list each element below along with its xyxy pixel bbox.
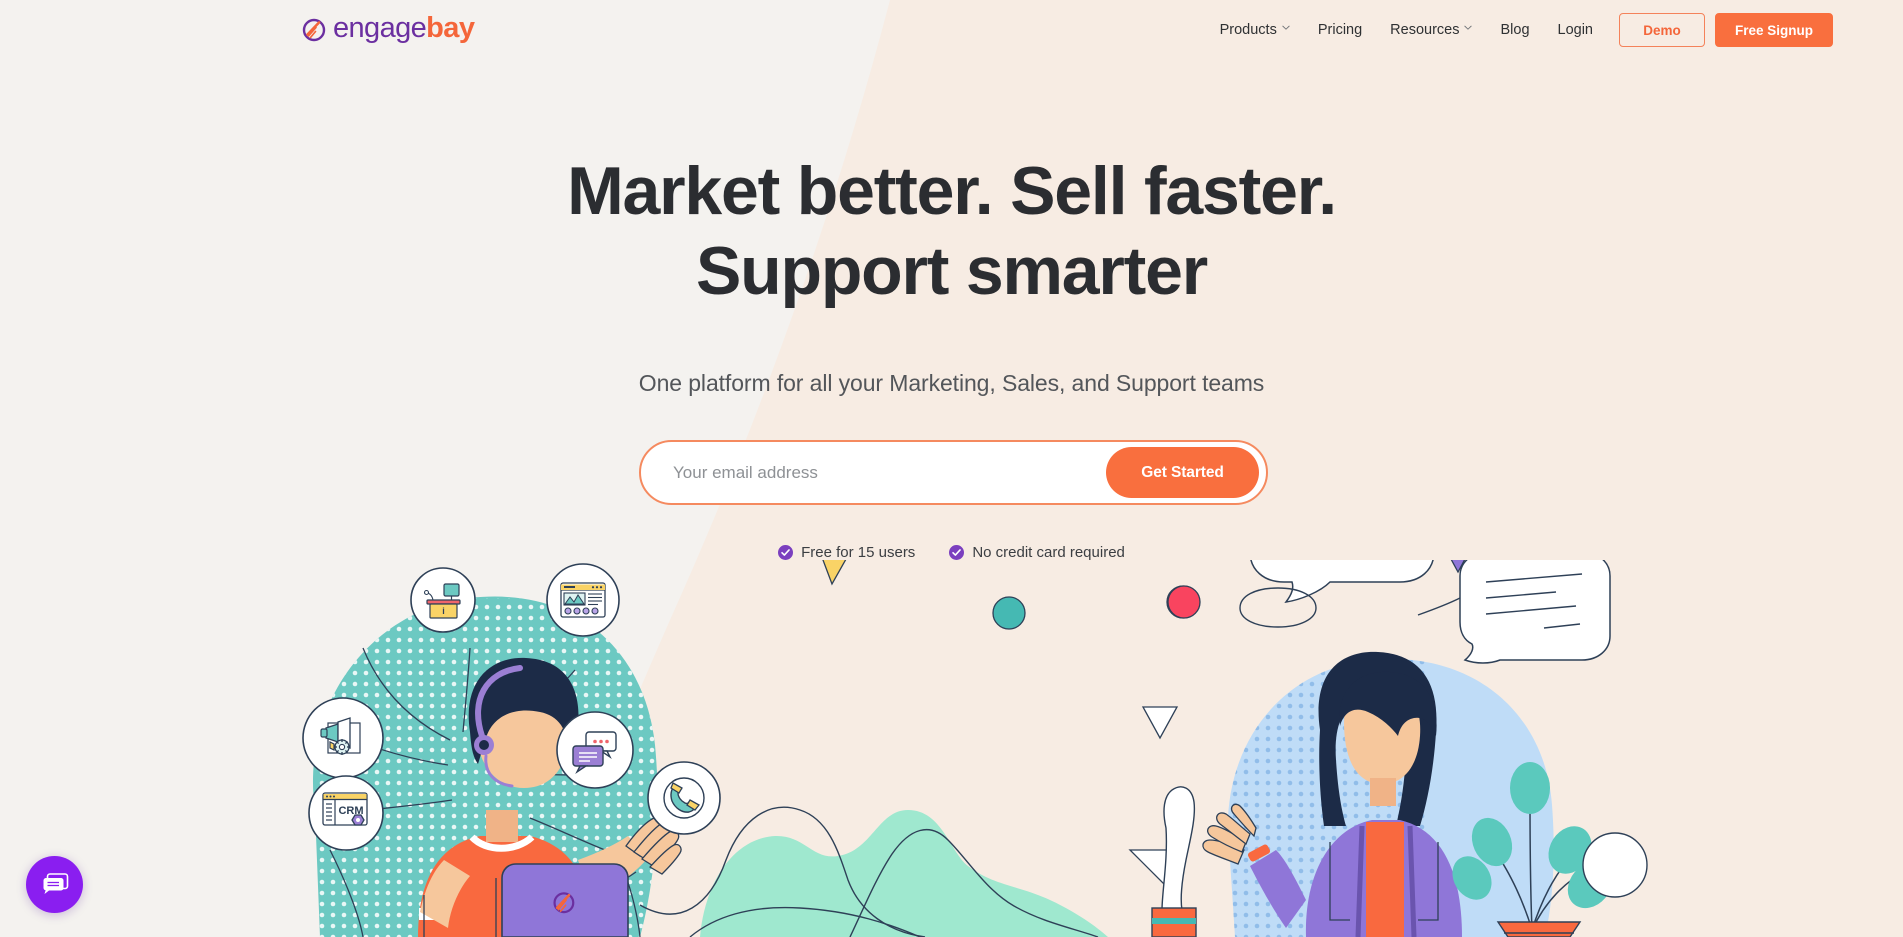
bubble-telephony <box>647 761 721 835</box>
white-triangle <box>1141 706 1179 740</box>
nav-item-blog-label: Blog <box>1500 22 1530 38</box>
speech-bubble-right <box>1417 560 1611 664</box>
trust-badges: Free for 15 users No credit card require… <box>0 544 1903 561</box>
nav-item-pricing[interactable]: Pricing <box>1304 14 1376 46</box>
chat-bubble-icon <box>41 869 69 900</box>
nav-item-blog[interactable]: Blog <box>1486 14 1543 46</box>
brand-name-part2: bay <box>426 12 475 44</box>
hero-title: Market better. Sell faster. Support smar… <box>0 152 1903 311</box>
nav-item-products-label: Products <box>1219 22 1277 38</box>
helpdesk-icon-label: i <box>442 606 445 616</box>
hero-title-line-2: Support smarter <box>696 232 1208 309</box>
bubble-helpdesk: i <box>410 567 476 633</box>
free-signup-button-label: Free Signup <box>1734 22 1813 38</box>
nav-item-login-label: Login <box>1557 22 1593 38</box>
check-circle-icon <box>778 545 794 560</box>
check-circle-icon <box>949 545 965 560</box>
teal-dot <box>992 596 1026 630</box>
nav-item-login[interactable]: Login <box>1544 14 1607 46</box>
nav-item-products[interactable]: Products <box>1206 14 1304 46</box>
email-input[interactable] <box>641 444 1106 501</box>
demo-button[interactable]: Demo <box>1619 13 1705 47</box>
hero-title-line-1: Market better. Sell faster. <box>567 153 1337 229</box>
chevron-down-icon <box>1282 25 1290 33</box>
trust-badge-no-credit-card-label: No credit card required <box>972 544 1125 561</box>
nav-item-pricing-label: Pricing <box>1317 22 1363 38</box>
main-navigation: Products Pricing Resources Blog Login De… <box>1206 13 1833 47</box>
brand-name-part1: engage <box>333 12 427 44</box>
trust-badge-free-users-label: Free for 15 users <box>801 544 916 561</box>
right-illustration-scene <box>1128 560 1648 937</box>
bubble-crm: CRM <box>308 775 384 851</box>
brand-logo[interactable]: engagebay <box>302 12 475 44</box>
nav-item-resources-label: Resources <box>1390 22 1460 38</box>
yellow-triangle <box>822 560 847 586</box>
demo-button-label: Demo <box>1643 22 1681 38</box>
white-circle <box>1582 832 1648 898</box>
bubble-dashboard <box>546 563 620 637</box>
chat-widget-button[interactable] <box>26 856 83 913</box>
speech-bubble-left <box>1250 560 1434 603</box>
bubble-marketing-automation <box>302 697 384 779</box>
free-signup-button[interactable]: Free Signup <box>1715 13 1833 47</box>
hero-subtitle: One platform for all your Marketing, Sal… <box>638 370 1265 396</box>
hero-illustration: i CRM <box>0 560 1903 937</box>
left-illustration-scene: i CRM <box>302 563 721 937</box>
bubble-live-chat <box>556 711 634 789</box>
trust-badge-no-credit-card: No credit card required <box>949 544 1125 561</box>
chevron-down-icon <box>1464 25 1473 33</box>
get-started-button[interactable]: Get Started <box>1106 447 1259 498</box>
site-header: engagebay Products Pricing Resources Blo… <box>0 0 1903 72</box>
engagebay-swoosh-logo-icon <box>302 16 328 42</box>
speech-bubble-small <box>1239 587 1317 628</box>
nav-item-resources[interactable]: Resources <box>1376 14 1486 46</box>
email-signup-form: Get Started <box>639 440 1268 505</box>
trust-badge-free-users: Free for 15 users <box>778 544 915 561</box>
